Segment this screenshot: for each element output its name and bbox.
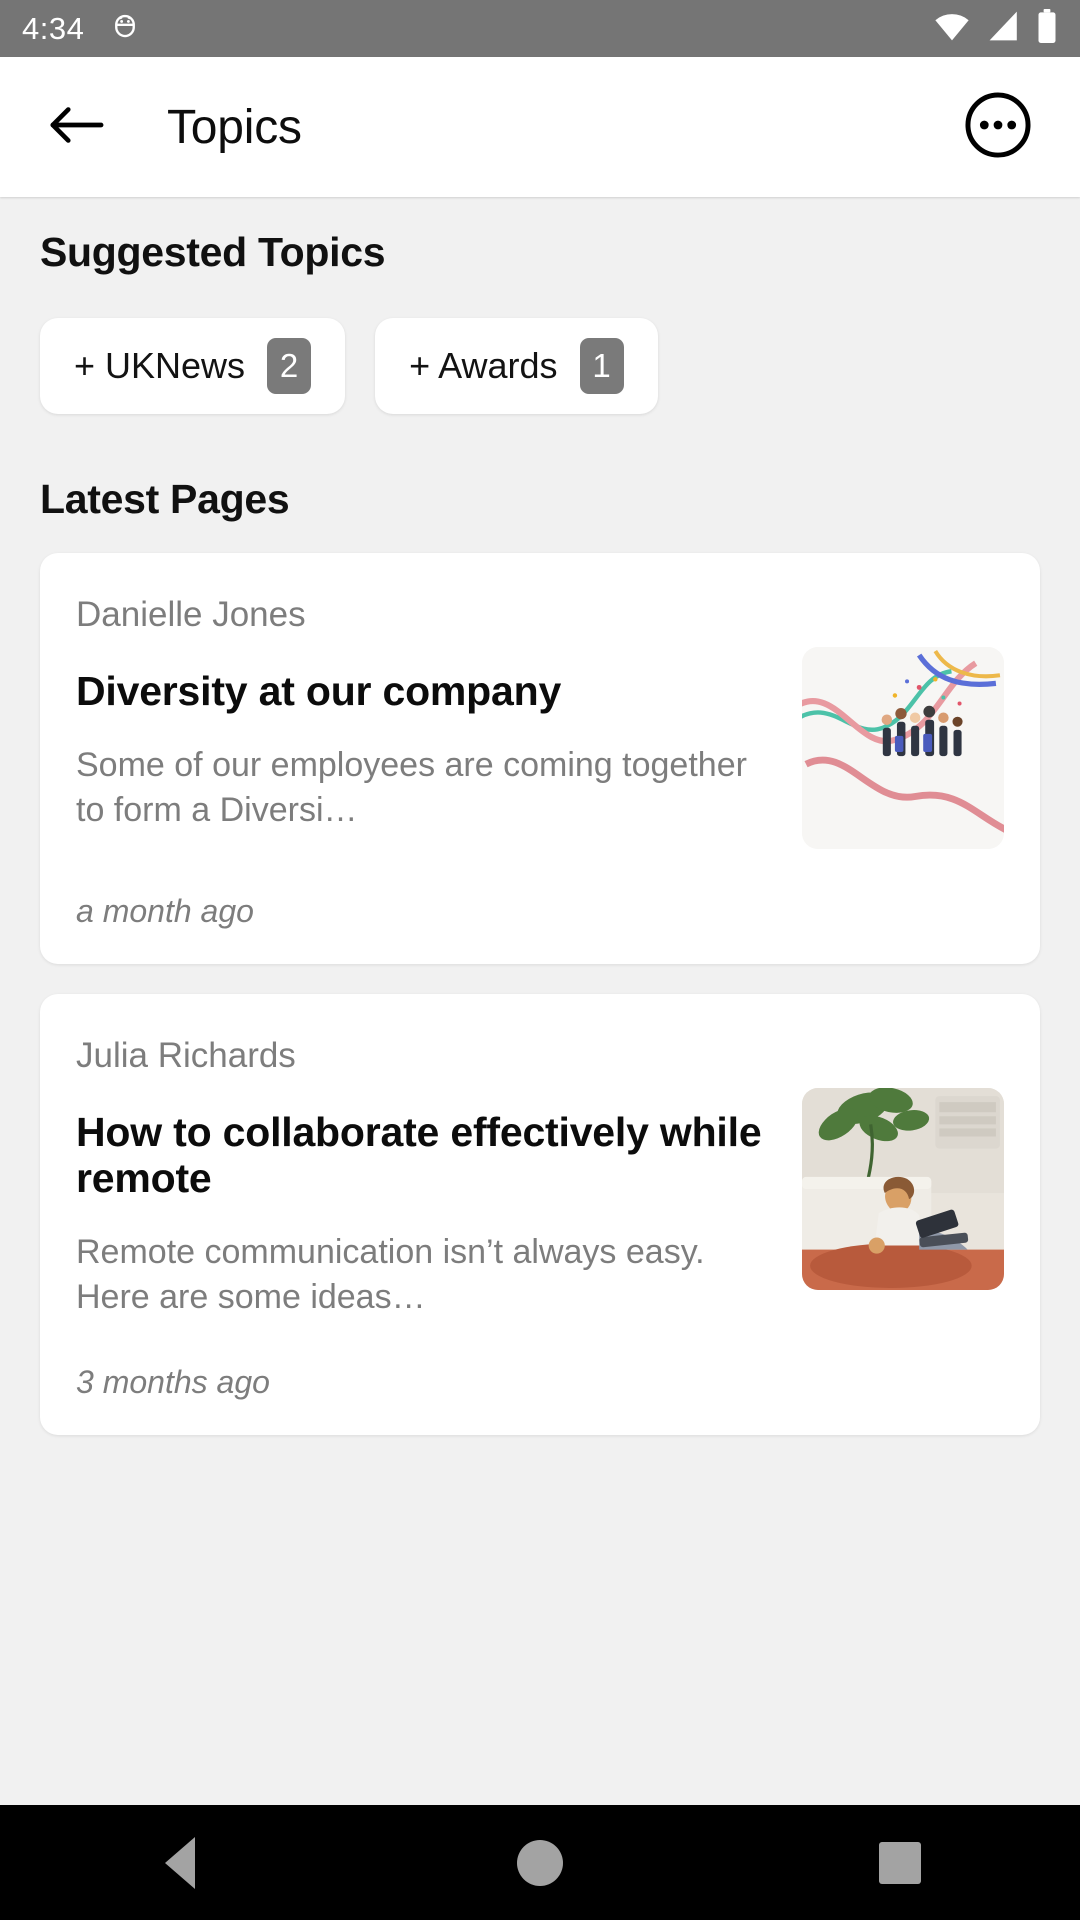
cellular-signal-icon [986, 10, 1022, 47]
latest-pages-heading: Latest Pages [40, 414, 1040, 523]
card-excerpt: Some of our employees are coming togethe… [76, 743, 780, 833]
card-body: Danielle Jones Diversity at our company … [76, 595, 1004, 849]
arrow-left-icon [47, 101, 105, 154]
nav-recents-button[interactable] [840, 1805, 960, 1920]
card-author: Julia Richards [76, 1036, 780, 1076]
nav-home-icon [517, 1840, 563, 1886]
card-body: Julia Richards How to collaborate effect… [76, 1036, 1004, 1320]
status-bar-right [932, 9, 1058, 48]
nav-back-icon [165, 1837, 195, 1889]
status-bar: 4:34 [0, 0, 1080, 57]
chip-count-badge: 1 [580, 338, 624, 394]
list-item[interactable]: Julia Richards How to collaborate effect… [40, 994, 1040, 1435]
page-content: Suggested Topics + UKNews 2 + Awards 1 L… [0, 197, 1080, 1445]
card-thumbnail [802, 647, 1004, 849]
card-title: Diversity at our company [76, 669, 780, 715]
app-bar: Topics [0, 57, 1080, 197]
suggested-topics-list: + UKNews 2 + Awards 1 [40, 318, 1040, 414]
back-button[interactable] [45, 96, 107, 158]
suggested-topic-chip[interactable]: + UKNews 2 [40, 318, 345, 414]
nav-home-button[interactable] [480, 1805, 600, 1920]
card-text: Julia Richards How to collaborate effect… [76, 1036, 780, 1320]
card-thumbnail [802, 1088, 1004, 1290]
suggested-topic-chip[interactable]: + Awards 1 [375, 318, 657, 414]
suggested-topics-heading: Suggested Topics [40, 197, 1040, 276]
status-bar-left: 4:34 [22, 10, 140, 47]
nav-recents-icon [879, 1842, 921, 1884]
chip-count-badge: 2 [267, 338, 311, 394]
overflow-menu-button[interactable] [961, 90, 1035, 164]
page-title: Topics [167, 100, 302, 155]
more-options-icon [963, 90, 1033, 165]
status-time: 4:34 [22, 11, 84, 47]
battery-icon [1036, 9, 1058, 48]
card-excerpt: Remote communication isn’t always easy. … [76, 1230, 780, 1320]
nav-back-button[interactable] [120, 1805, 240, 1920]
wifi-icon [932, 10, 972, 47]
card-text: Danielle Jones Diversity at our company … [76, 595, 780, 849]
card-timestamp: 3 months ago [76, 1364, 1004, 1401]
system-navigation-bar [0, 1805, 1080, 1920]
list-item[interactable]: Danielle Jones Diversity at our company … [40, 553, 1040, 964]
card-timestamp: a month ago [76, 893, 1004, 930]
android-debug-icon [110, 10, 140, 47]
card-author: Danielle Jones [76, 595, 780, 635]
card-title: How to collaborate effectively while rem… [76, 1110, 780, 1202]
chip-label: + UKNews [74, 345, 245, 387]
chip-label: + Awards [409, 345, 557, 387]
